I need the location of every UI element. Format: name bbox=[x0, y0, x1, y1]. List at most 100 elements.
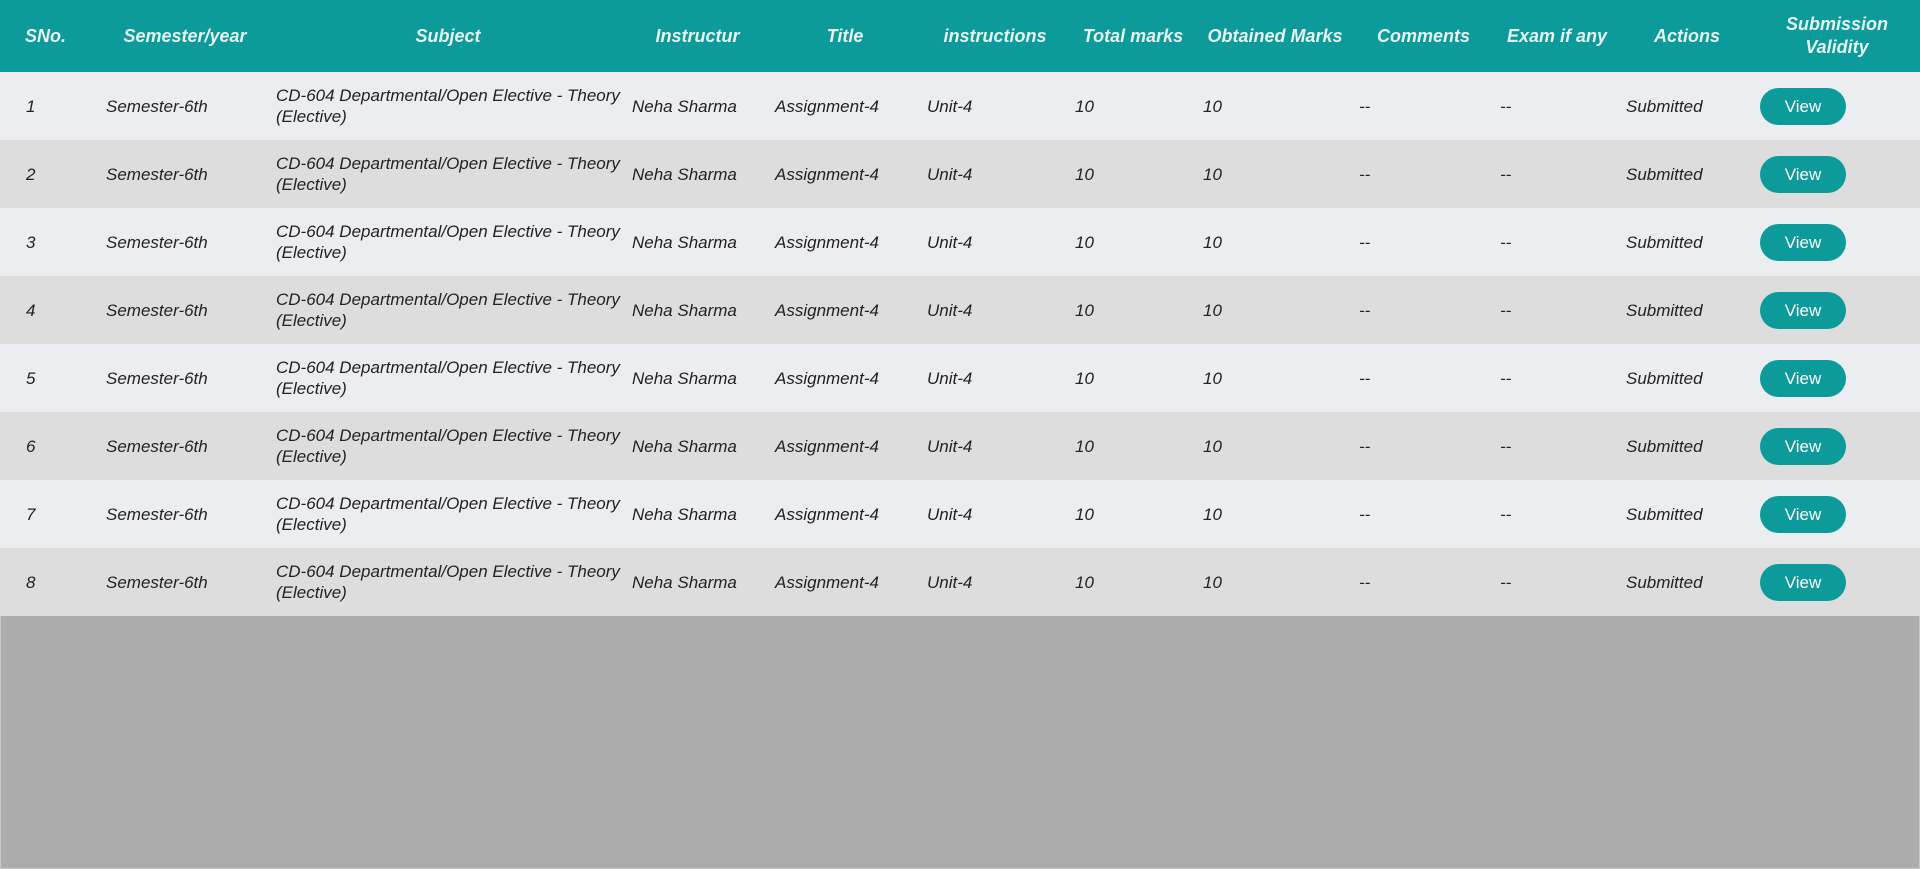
cell-subject: CD-604 Departmental/Open Elective - Theo… bbox=[276, 290, 620, 330]
cell-sno: 7 bbox=[26, 504, 36, 524]
cell-obtained-marks: 10 bbox=[1203, 572, 1222, 592]
table-row: 3 Semester-6th CD-604 Departmental/Open El… bbox=[0, 208, 1920, 276]
header-total-marks: Total marks bbox=[1082, 25, 1184, 46]
table-header-row: SNo. Semester/year Subject Instructur Ti… bbox=[0, 0, 1920, 72]
cell-instructor: Neha Sharma bbox=[632, 368, 737, 388]
cell-comments: -- bbox=[1359, 368, 1371, 388]
view-button[interactable]: View bbox=[1760, 359, 1846, 397]
view-button[interactable]: View bbox=[1760, 427, 1846, 465]
cell-exam: -- bbox=[1500, 504, 1512, 524]
table-row: 7 Semester-6th CD-604 Departmental/Open El… bbox=[0, 480, 1920, 548]
cell-subject: CD-604 Departmental/Open Elective - Theo… bbox=[276, 86, 620, 126]
cell-sno: 3 bbox=[26, 232, 36, 252]
view-button[interactable]: View bbox=[1760, 87, 1846, 125]
cell-submission-validity: View bbox=[1754, 208, 1920, 276]
cell-sno: 5 bbox=[26, 368, 36, 388]
cell-instructor: Neha Sharma bbox=[632, 572, 737, 592]
cell-semester: Semester-6th bbox=[106, 436, 208, 456]
header-submission-validity: Submission Validity bbox=[1785, 14, 1888, 57]
cell-title: Assignment-4 bbox=[775, 164, 879, 184]
cell-semester: Semester-6th bbox=[106, 164, 208, 184]
cell-sno: 6 bbox=[26, 436, 36, 456]
cell-subject: CD-604 Departmental/Open Elective - Theo… bbox=[276, 222, 620, 262]
cell-comments: -- bbox=[1359, 436, 1371, 456]
header-sno: SNo. bbox=[25, 25, 67, 46]
view-button[interactable]: View bbox=[1760, 223, 1846, 261]
cell-instructions: Unit-4 bbox=[927, 300, 973, 320]
view-button[interactable]: View bbox=[1760, 155, 1846, 193]
cell-obtained-marks: 10 bbox=[1203, 300, 1222, 320]
cell-exam: -- bbox=[1500, 436, 1512, 456]
header-actions: Actions bbox=[1653, 25, 1720, 46]
cell-comments: -- bbox=[1359, 504, 1371, 524]
cell-subject: CD-604 Departmental/Open Elective - Theo… bbox=[276, 154, 620, 194]
cell-title: Assignment-4 bbox=[775, 504, 879, 524]
assignments-table: SNo. Semester/year Subject Instructur Ti… bbox=[0, 0, 1920, 616]
cell-actions: Submitted bbox=[1626, 572, 1703, 592]
cell-instructions: Unit-4 bbox=[927, 164, 973, 184]
cell-exam: -- bbox=[1500, 572, 1512, 592]
cell-instructions: Unit-4 bbox=[927, 436, 973, 456]
cell-submission-validity: View bbox=[1754, 412, 1920, 480]
cell-total-marks: 10 bbox=[1075, 232, 1094, 252]
cell-title: Assignment-4 bbox=[775, 572, 879, 592]
cell-actions: Submitted bbox=[1626, 504, 1703, 524]
cell-obtained-marks: 10 bbox=[1203, 436, 1222, 456]
cell-actions: Submitted bbox=[1626, 164, 1703, 184]
cell-sno: 1 bbox=[26, 96, 36, 116]
cell-obtained-marks: 10 bbox=[1203, 164, 1222, 184]
cell-submission-validity: View bbox=[1754, 140, 1920, 208]
header-semester: Semester/year bbox=[123, 25, 247, 46]
cell-semester: Semester-6th bbox=[106, 368, 208, 388]
cell-obtained-marks: 10 bbox=[1203, 368, 1222, 388]
cell-total-marks: 10 bbox=[1075, 96, 1094, 116]
cell-actions: Submitted bbox=[1626, 368, 1703, 388]
cell-exam: -- bbox=[1500, 300, 1512, 320]
view-button[interactable]: View bbox=[1760, 563, 1846, 601]
cell-comments: -- bbox=[1359, 300, 1371, 320]
table-row: 5 Semester-6th CD-604 Departmental/Open El… bbox=[0, 344, 1920, 412]
cell-title: Assignment-4 bbox=[775, 96, 879, 116]
cell-instructor: Neha Sharma bbox=[632, 96, 737, 116]
header-instructions: instructions bbox=[943, 25, 1047, 46]
cell-title: Assignment-4 bbox=[775, 436, 879, 456]
cell-comments: -- bbox=[1359, 232, 1371, 252]
cell-exam: -- bbox=[1500, 368, 1512, 388]
cell-instructions: Unit-4 bbox=[927, 368, 973, 388]
header-exam: Exam if any bbox=[1506, 25, 1608, 46]
cell-submission-validity: View bbox=[1754, 480, 1920, 548]
cell-instructions: Unit-4 bbox=[927, 504, 973, 524]
table-row: 6 Semester-6th CD-604 Departmental/Open El… bbox=[0, 412, 1920, 480]
cell-sno: 8 bbox=[26, 572, 36, 592]
view-button[interactable]: View bbox=[1760, 495, 1846, 533]
cell-semester: Semester-6th bbox=[106, 232, 208, 252]
cell-submission-validity: View bbox=[1754, 72, 1920, 140]
view-button[interactable]: View bbox=[1760, 291, 1846, 329]
table-row: 2 Semester-6th CD-604 Departmental/Open El… bbox=[0, 140, 1920, 208]
cell-instructor: Neha Sharma bbox=[632, 232, 737, 252]
cell-comments: -- bbox=[1359, 96, 1371, 116]
cell-instructions: Unit-4 bbox=[927, 96, 973, 116]
cell-title: Assignment-4 bbox=[775, 368, 879, 388]
cell-submission-validity: View bbox=[1754, 344, 1920, 412]
cell-obtained-marks: 10 bbox=[1203, 232, 1222, 252]
table-row: 4 Semester-6th CD-604 Departmental/Open El… bbox=[0, 276, 1920, 344]
cell-exam: -- bbox=[1500, 96, 1512, 116]
cell-semester: Semester-6th bbox=[106, 572, 208, 592]
cell-total-marks: 10 bbox=[1075, 300, 1094, 320]
cell-actions: Submitted bbox=[1626, 300, 1703, 320]
table-body: 1 Semester-6th CD-604 Departmental/Open El… bbox=[0, 72, 1920, 616]
cell-instructor: Neha Sharma bbox=[632, 300, 737, 320]
cell-semester: Semester-6th bbox=[106, 300, 208, 320]
cell-title: Assignment-4 bbox=[775, 232, 879, 252]
cell-semester: Semester-6th bbox=[106, 504, 208, 524]
cell-semester: Semester-6th bbox=[106, 96, 208, 116]
header-comments: Comments bbox=[1376, 25, 1470, 46]
cell-instructor: Neha Sharma bbox=[632, 164, 737, 184]
cell-total-marks: 10 bbox=[1075, 504, 1094, 524]
cell-sno: 2 bbox=[26, 164, 36, 184]
cell-subject: CD-604 Departmental/Open Elective - Theo… bbox=[276, 494, 620, 534]
cell-sno: 4 bbox=[26, 300, 36, 320]
cell-submission-validity: View bbox=[1754, 276, 1920, 344]
cell-instructions: Unit-4 bbox=[927, 232, 973, 252]
